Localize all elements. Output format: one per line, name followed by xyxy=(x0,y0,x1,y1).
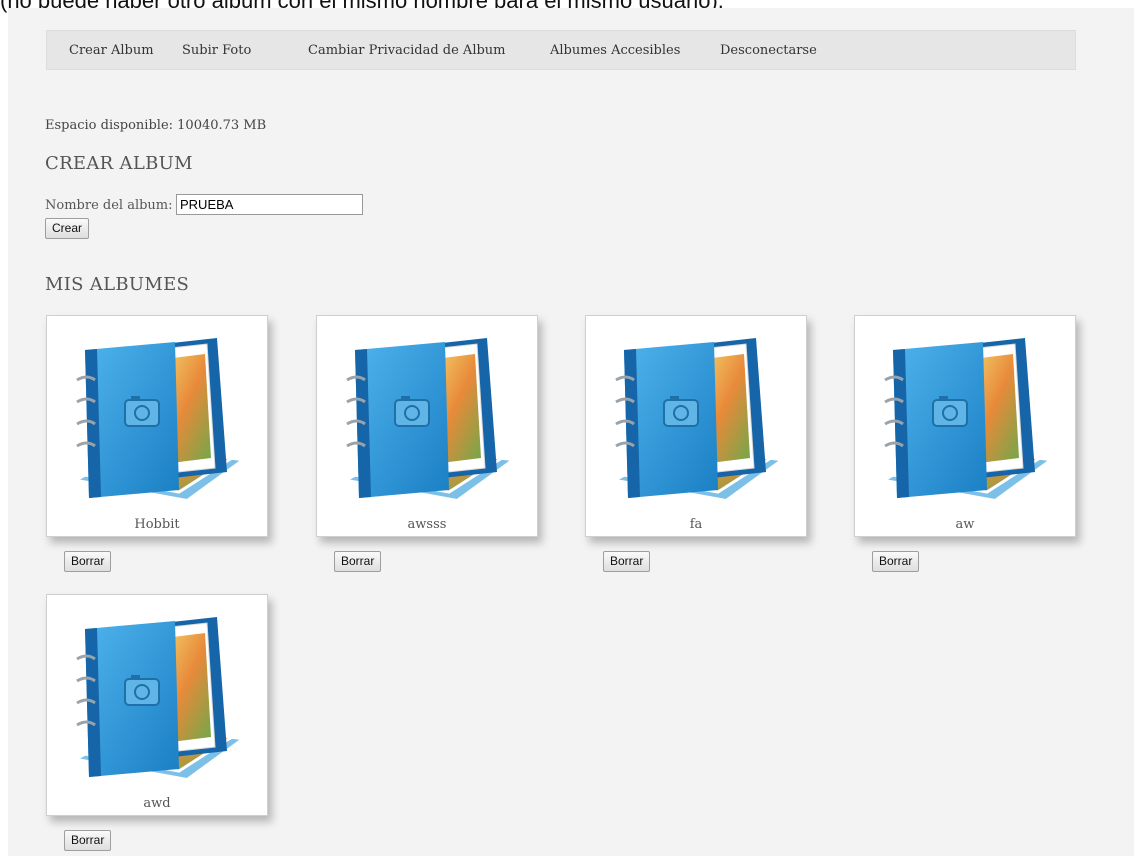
album-card[interactable]: Hobbit xyxy=(46,315,268,537)
photo-album-icon xyxy=(73,617,245,781)
album-card[interactable]: awd xyxy=(46,594,268,816)
album-name-input[interactable] xyxy=(176,194,363,215)
photo-album-icon xyxy=(612,338,784,502)
delete-album-button[interactable]: Borrar xyxy=(64,830,112,851)
create-album-heading: CREAR ALBUM xyxy=(45,153,193,174)
album-name: awd xyxy=(143,796,171,811)
nav-desconectarse[interactable]: Desconectarse xyxy=(720,31,817,71)
nav-cambiar-privacidad[interactable]: Cambiar Privacidad de Album xyxy=(308,31,506,71)
album-card[interactable]: awsss xyxy=(316,315,538,537)
my-albums-heading: MIS ALBUMES xyxy=(45,274,190,295)
nav-subir-foto[interactable]: Subir Foto xyxy=(182,31,251,71)
album-card[interactable]: aw xyxy=(854,315,1076,537)
photo-album-icon xyxy=(881,338,1053,502)
album-name: awsss xyxy=(407,517,447,532)
available-space: Espacio disponible: 10040.73 MB xyxy=(45,118,267,133)
album-name: Hobbit xyxy=(134,517,180,532)
photo-album-icon xyxy=(343,338,515,502)
album-card[interactable]: fa xyxy=(585,315,807,537)
nav-crear-album[interactable]: Crear Album xyxy=(69,31,154,71)
album-name: aw xyxy=(955,517,975,532)
photo-album-icon xyxy=(73,338,245,502)
album-name: fa xyxy=(689,517,703,532)
page: Crear Album Subir Foto Cambiar Privacida… xyxy=(8,8,1134,856)
delete-album-button[interactable]: Borrar xyxy=(64,551,112,572)
album-name-label: Nombre del album: xyxy=(45,198,173,213)
delete-album-button[interactable]: Borrar xyxy=(872,551,920,572)
create-button[interactable]: Crear xyxy=(45,218,90,239)
top-nav: Crear Album Subir Foto Cambiar Privacida… xyxy=(46,30,1076,70)
delete-album-button[interactable]: Borrar xyxy=(603,551,651,572)
delete-album-button[interactable]: Borrar xyxy=(334,551,382,572)
nav-albumes-accesibles[interactable]: Albumes Accesibles xyxy=(550,31,680,71)
